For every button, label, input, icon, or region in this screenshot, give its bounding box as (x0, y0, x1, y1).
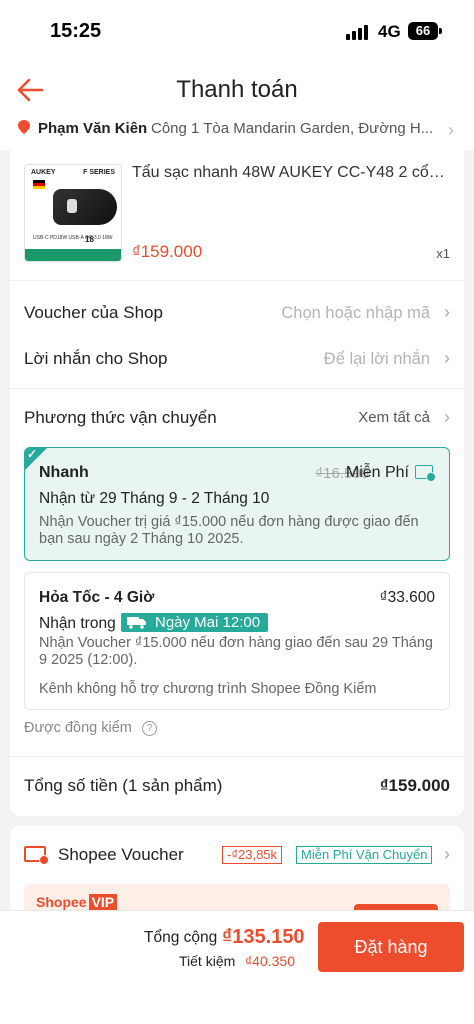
chevron-right-icon: › (444, 302, 450, 322)
shipping-option-fast[interactable]: ✓ Nhanh ₫16.500 Miễn Phí Nhận từ 29 Thán… (24, 447, 450, 561)
product-image-brand: AUKEY (31, 169, 56, 176)
product-title[interactable]: Tẩu sạc nhanh 48W AUKEY CC-Y48 2 cổng... (132, 164, 446, 182)
truck-icon (127, 617, 146, 629)
chevron-right-icon: › (448, 120, 454, 140)
product-image-bar (25, 249, 121, 261)
battery-tip (439, 28, 442, 34)
divider (10, 756, 464, 757)
charger-image (53, 189, 117, 225)
status-time: 15:25 (50, 20, 102, 42)
shopee-voucher-label[interactable]: Shopee Voucher (58, 845, 184, 865)
delivery-time-badge: Ngày Mai 12:00 (121, 613, 269, 632)
header: Thanh toán (0, 62, 474, 118)
product-image-spec: USB-C PD18W USB-A QC 3.0 18W (33, 235, 113, 241)
shop-message-label: Lời nhắn cho Shop (24, 349, 168, 368)
total-value: ₫135.150 (222, 926, 305, 948)
shipping-note: Nhận Voucher ₫15.000 nếu đơn hàng giao đ… (39, 635, 433, 668)
shop-voucher-value: Chọn hoặc nhập mã (281, 304, 430, 322)
total-label: Tổng cộng (144, 929, 218, 946)
signal-icon (346, 24, 372, 40)
address-row[interactable]: Phạm Văn Kiên Công 1 Tòa Mandarin Garden… (0, 118, 474, 150)
status-bar: 15:25 4G 66 (0, 0, 474, 62)
divider (10, 280, 464, 281)
shipping-note-secondary: Kênh không hỗ trợ chương trình Shopee Đồ… (39, 681, 377, 697)
product-quantity: x1 (436, 246, 450, 261)
checkout-bar: Tổng cộng ₫135.150 Tiết kiệm ₫40.350 Đặt… (0, 910, 474, 1024)
shipping-date: Nhận từ 29 Tháng 9 - 2 Tháng 10 (39, 490, 270, 507)
product-image-watt: 18 (85, 235, 94, 244)
shipping-price: ₫33.600 (379, 589, 435, 606)
address-name: Phạm Văn Kiên (38, 120, 148, 137)
shipping-option-name: Hỏa Tốc - 4 Giờ (39, 589, 155, 606)
shipping-option-name: Nhanh (39, 464, 89, 481)
voucher-discount-tag: -₫23,85k (222, 846, 283, 864)
shipping-note: Nhận Voucher trị giá ₫15.000 nếu đơn hàn… (39, 514, 419, 547)
shop-voucher-label: Voucher của Shop (24, 303, 163, 322)
shop-message-input[interactable]: Để lại lời nhắn (324, 350, 430, 369)
chevron-right-icon: › (444, 348, 450, 368)
order-total-label: Tổng số tiền (1 sản phẩm) (24, 776, 223, 795)
divider (10, 388, 464, 389)
order-card: AUKEY F SERIES USB-C PD18W USB-A QC 3.0 … (10, 150, 464, 816)
check-icon: ✓ (27, 447, 38, 461)
shipping-price: Miễn Phí (345, 464, 409, 481)
shipping-option-express[interactable]: Hỏa Tốc - 4 Giờ ₫33.600 Nhận trong Ngày … (24, 572, 450, 710)
voucher-freeship-tag: Miễn Phí Vận Chuyển (296, 846, 433, 864)
order-total-value: ₫159.000 (379, 776, 450, 795)
place-order-button[interactable]: Đặt hàng (318, 922, 464, 972)
product-image[interactable]: AUKEY F SERIES USB-C PD18W USB-A QC 3.0 … (24, 164, 122, 262)
shipping-see-all[interactable]: Xem tất cả (358, 409, 430, 426)
battery-icon: 66 (408, 22, 438, 40)
product-image-series: F SERIES (83, 169, 115, 176)
shipping-receive-label: Nhận trong (39, 615, 116, 632)
delivery-time-text: Ngày Mai 12:00 (155, 614, 261, 631)
location-pin-icon (18, 120, 30, 134)
shipping-title: Phương thức vận chuyển (24, 408, 217, 427)
savings-value: ₫40.350 (245, 953, 296, 969)
shopee-vip-logo: Shopee VIP (36, 894, 118, 910)
flag-icon (33, 180, 45, 189)
verified-label: Được đồng kiểm (24, 720, 132, 736)
help-icon[interactable]: ? (142, 721, 157, 736)
address-text: Công 1 Tòa Mandarin Garden, Đường H... (151, 120, 434, 137)
product-price: ₫159.000 (132, 242, 203, 261)
network-type: 4G (378, 22, 401, 41)
page-title: Thanh toán (176, 76, 298, 103)
chevron-right-icon[interactable]: › (444, 844, 450, 865)
free-shipping-icon (415, 465, 436, 482)
savings-label: Tiết kiệm (179, 953, 236, 969)
chevron-right-icon[interactable]: › (444, 407, 450, 428)
voucher-icon (24, 846, 49, 865)
